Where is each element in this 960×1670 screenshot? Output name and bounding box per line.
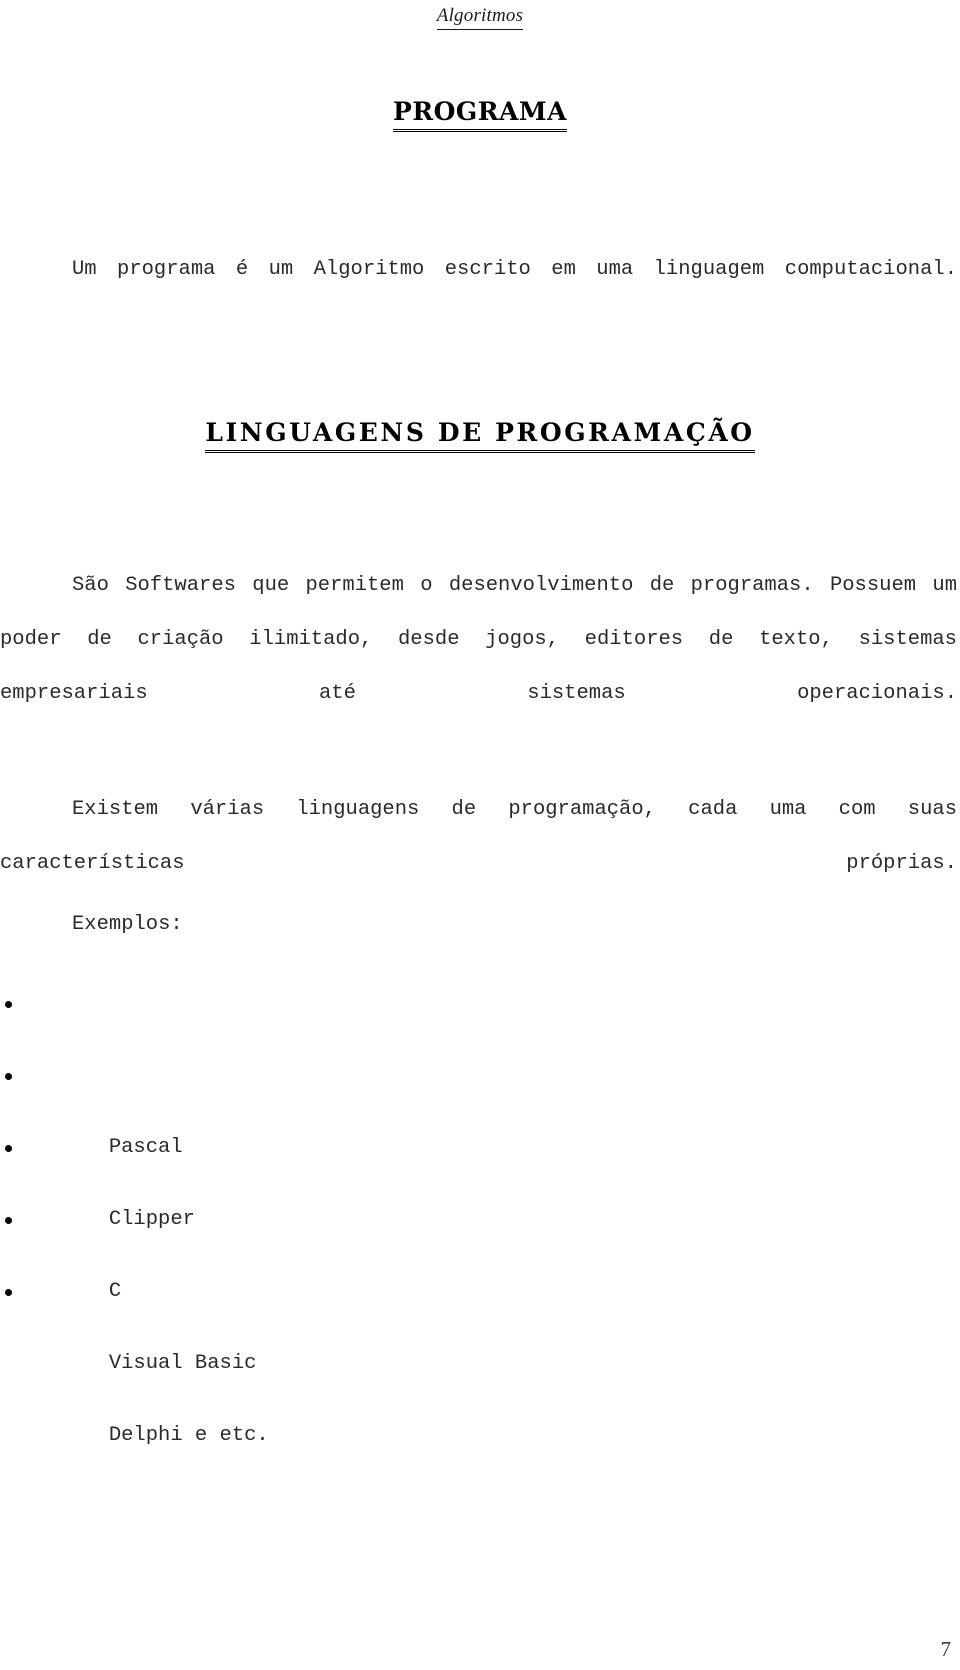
heading-programa-text: PROGRAMA — [393, 97, 567, 132]
paragraph-programa-text: Um programa é um Algoritmo escrito em um… — [72, 257, 957, 281]
paragraph-linguagens-1: São Softwares que permitem o desenvolvim… — [0, 559, 957, 775]
bullet-icon — [5, 1289, 12, 1296]
paragraph-linguagens-1-text: São Softwares que permitem o desenvolvim… — [0, 573, 957, 705]
bullet-icon — [5, 1217, 12, 1224]
bullet-icon — [5, 1073, 12, 1080]
examples-label: Exemplos: — [0, 898, 957, 952]
heading-programa: PROGRAMA — [0, 97, 960, 132]
document-page: Algoritmos PROGRAMA Um programa é um Alg… — [0, 0, 960, 1670]
examples-label-text: Exemplos: — [72, 913, 183, 936]
list-item-label: Visual Basic — [108, 1352, 257, 1375]
paragraph-linguagens-2-text: Existem várias linguagens de programação… — [0, 797, 957, 875]
heading-linguagens: LINGUAGENS DE PROGRAMAÇÃO — [0, 418, 960, 453]
list-item: Delphi e etc. — [0, 1256, 600, 1447]
list-item: C — [0, 1112, 600, 1303]
page-number: 7 — [940, 1637, 952, 1661]
list-item: Clipper — [0, 1040, 600, 1231]
heading-linguagens-text: LINGUAGENS DE PROGRAMAÇÃO — [205, 418, 755, 453]
list-item-label: Delphi e etc. — [108, 1424, 269, 1447]
bullet-icon — [5, 1001, 12, 1008]
examples-list: Pascal Clipper C Visual Basic Delphi e e… — [0, 968, 600, 1447]
paragraph-programa: Um programa é um Algoritmo escrito em um… — [0, 243, 957, 351]
running-header-text: Algoritmos — [436, 4, 524, 30]
list-item: Pascal — [0, 968, 600, 1159]
list-item: Visual Basic — [0, 1184, 600, 1375]
running-header: Algoritmos — [0, 4, 960, 30]
bullet-icon — [5, 1145, 12, 1152]
